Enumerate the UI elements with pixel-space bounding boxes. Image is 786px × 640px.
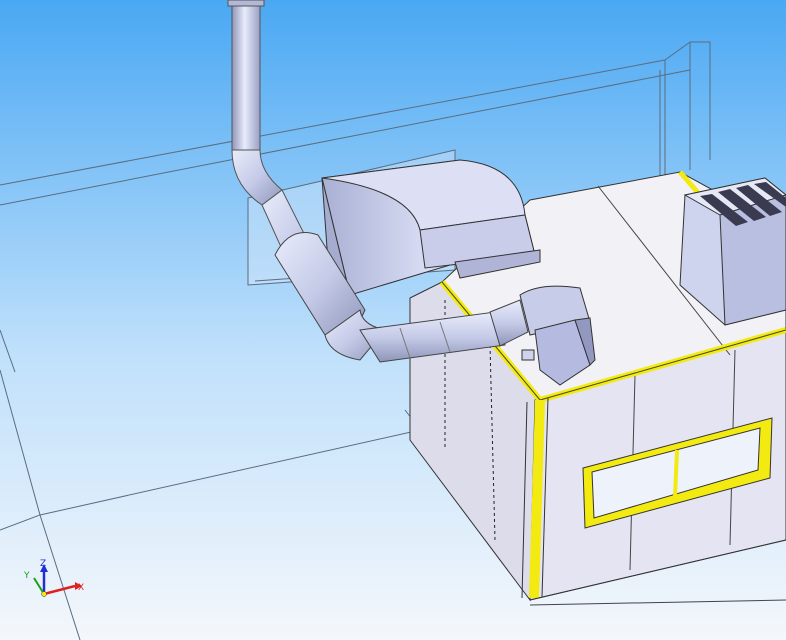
axis-x-label: X <box>78 583 84 593</box>
assembly-3d-view[interactable]: X Y Z <box>0 0 786 640</box>
cad-viewport[interactable]: X Y Z <box>0 0 786 640</box>
axis-y-label: Y <box>23 571 30 581</box>
axis-z-label: Z <box>40 559 46 569</box>
